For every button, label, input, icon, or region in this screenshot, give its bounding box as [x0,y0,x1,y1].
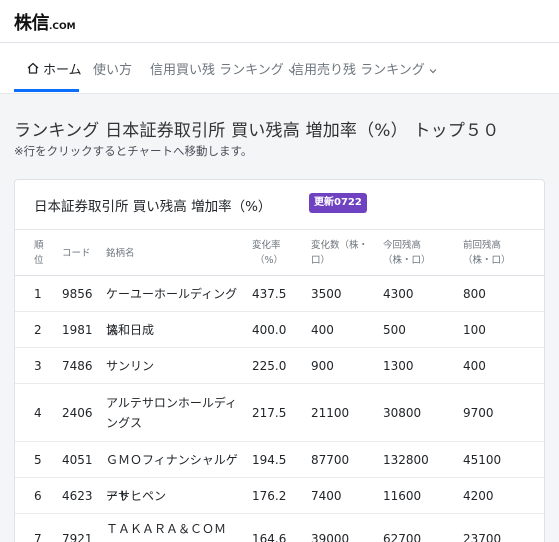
cell-previous: 9700 [463,406,494,420]
page-note: ※行をクリックするとチャートへ移動します。 [14,144,253,158]
cell-rate: 194.5 [252,453,287,467]
table-row[interactable]: 2 1981 協和日成 400.0 400 500 100 [15,312,544,348]
cell-change: 900 [311,359,334,373]
nav-howto-label: 使い方 [93,62,133,78]
nav-howto[interactable]: 使い方 [93,43,132,93]
active-tab-indicator [14,89,79,92]
cell-rank: 2 [34,323,42,337]
card-header: 日本証券取引所 買い残高 増加率（%） 更新0722 [15,180,544,230]
cell-name: アルテサロンホールディングス [106,396,238,430]
th-code: コード [62,248,91,259]
cell-change: 39000 [311,532,350,542]
cell-previous: 4200 [463,489,494,503]
cell-code: 7486 [62,359,93,373]
cell-rate: 400.0 [252,323,287,337]
cell-name: サンリン [106,359,155,373]
cell-code: 1981 [62,323,93,337]
cell-current: 62700 [383,532,422,542]
cell-rank: 1 [34,287,42,301]
cell-rank: 7 [34,532,42,542]
nav-margin-buy-dropdown[interactable]: 信用買い残 ランキング [150,43,296,93]
cell-rate: 217.5 [252,406,287,420]
page-title: ランキング 日本証券取引所 買い残高 増加率（%） トップ５０ [14,121,500,141]
cell-name: アサヒペン [106,489,167,503]
logo-domain: .COM [49,22,76,32]
nav-home-label: ホーム [43,62,82,78]
cell-rate: 225.0 [252,359,287,373]
nav-home[interactable]: ホーム [26,43,82,93]
cell-previous: 800 [463,287,486,301]
ranking-card: 日本証券取引所 買い残高 増加率（%） 更新0722 順位 コード 銘柄名 変化… [14,179,545,542]
th-name: 銘柄名 [106,248,135,259]
cell-rank: 6 [34,489,42,503]
cell-previous: 400 [463,359,486,373]
cell-previous: 100 [463,323,486,337]
update-badge: 更新0722 [309,193,367,213]
cell-rate: 176.2 [252,489,287,503]
cell-change: 3500 [311,287,342,301]
table-row[interactable]: 4 2406 アルテサロンホールディングス 217.5 21100 30800 9700 [15,384,544,442]
cell-name: ＴＡＫＡＲＡ＆ＣＯＭ [106,522,227,536]
cell-rank: 4 [34,406,42,420]
th-change: 変化数（株・ 口） [311,240,369,266]
cell-code: 4051 [62,453,93,467]
table-row[interactable]: 1 9856 ケーユーホールディングス 437.5 3500 4300 800 [15,276,544,337]
chevron-down-icon [429,64,437,74]
cell-rank: 3 [34,359,42,373]
th-rank: 順位 [34,240,44,266]
cell-rate: 164.6 [252,532,287,542]
th-rate: 変化率 （%） [252,240,284,266]
main-nav: ホーム 使い方 信用買い残 ランキング 信用売り残 ランキング [0,43,559,93]
table-header: 順位 コード 銘柄名 変化率 （%） 変化数（株・ 口） 今回残高 （株・口） 前回残… [15,230,544,276]
table-row[interactable]: 6 4623 アサヒペン 176.2 7400 11600 4200 [15,478,544,514]
table-row[interactable]: 7 7921 ＴＡＫＡＲＡ＆ＣＯＭ 164.6 39000 62700 23700 [15,514,544,542]
top-bar: 株信.COM [0,0,559,43]
cell-previous: 23700 [463,532,502,542]
cell-current: 4300 [383,287,414,301]
cell-previous: 45100 [463,453,502,467]
nav-margin-sell-label: 信用売り残 ランキング [291,62,425,78]
th-current: 今回残高 （株・口） [383,240,431,266]
cell-name: 協和日成 [106,323,155,337]
logo-text: 株信 [14,13,50,34]
table-row[interactable]: 3 7486 サンリン 225.0 900 1300 400 [15,348,544,384]
cell-rank: 5 [34,453,42,467]
site-logo[interactable]: 株信.COM [14,9,76,35]
cell-change: 400 [311,323,334,337]
cell-current: 1300 [383,359,414,373]
home-icon [26,61,40,75]
cell-rate: 437.5 [252,287,287,301]
cell-current: 11600 [383,489,422,503]
cell-current: 132800 [383,453,429,467]
cell-code: 2406 [62,406,93,420]
cell-change: 87700 [311,453,350,467]
card-title: 日本証券取引所 買い残高 増加率（%） [34,199,272,215]
cell-code: 9856 [62,287,93,301]
table-row[interactable]: 5 4051 ＧＭＯフィナンシャルゲート 194.5 87700 132800 45100 [15,442,544,503]
cell-code: 7921 [62,532,93,542]
cell-current: 30800 [383,406,422,420]
cell-change: 7400 [311,489,342,503]
cell-code: 4623 [62,489,93,503]
cell-change: 21100 [311,406,350,420]
nav-margin-sell-dropdown[interactable]: 信用売り残 ランキング [291,43,437,93]
th-previous: 前回残高 （株・口） [463,240,511,266]
nav-margin-buy-label: 信用買い残 ランキング [150,62,284,78]
cell-current: 500 [383,323,406,337]
